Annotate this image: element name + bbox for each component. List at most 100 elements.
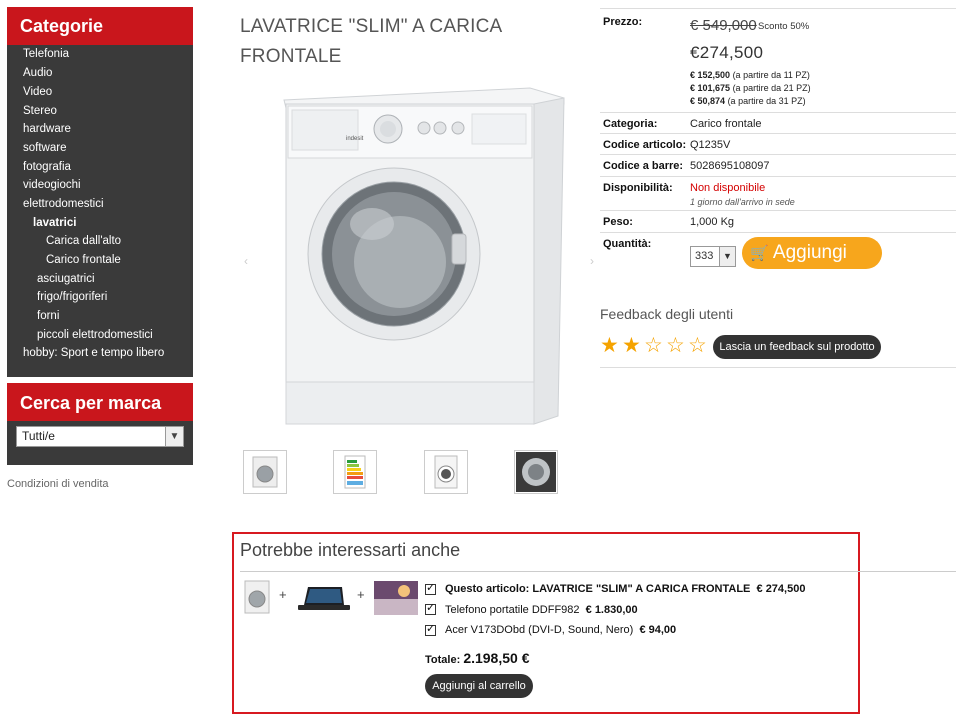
add-bundle-to-cart-button[interactable]: Aggiungi al carrello (425, 674, 533, 698)
tier-price-3: € 50,874 (a partire da 31 PZ) (690, 96, 806, 106)
details-divider (600, 133, 956, 134)
category-item[interactable]: Audio (23, 67, 52, 79)
category-item[interactable]: Carico frontale (46, 254, 121, 266)
leave-feedback-button[interactable]: Lascia un feedback sul prodotto (713, 335, 881, 359)
article-code-value: Q1235V (690, 139, 731, 151)
star-empty-icon[interactable]: ☆ (644, 335, 663, 357)
related-item-3: Acer V173DObd (DVI-D, Sound, Nero) € 94,… (445, 624, 676, 636)
checkbox-item-1[interactable] (425, 581, 436, 595)
category-item[interactable]: asciugatrici (37, 273, 95, 285)
details-divider (600, 8, 956, 9)
chevron-down-icon: ▼ (165, 427, 183, 446)
category-item[interactable]: piccoli elettrodomestici (37, 329, 153, 341)
related-monitor-image[interactable] (374, 581, 418, 615)
tier-price-1: € 152,500 (a partire da 11 PZ) (690, 70, 810, 80)
quantity-label: Quantità: (603, 238, 652, 250)
category-item[interactable]: software (23, 142, 66, 154)
star-filled-icon[interactable]: ★ (600, 335, 619, 357)
related-item-label: Questo articolo: LAVATRICE "SLIM" A CARI… (445, 583, 751, 595)
availability-note: 1 giorno dall'arrivo in sede (690, 197, 795, 207)
category-item[interactable]: Carica dall'alto (46, 235, 121, 247)
category-item[interactable]: Telefonia (23, 48, 69, 60)
availability-label: Disponibilità: (603, 182, 673, 194)
carousel-prev-icon[interactable]: ‹ (244, 254, 248, 268)
related-laptop-image[interactable] (298, 585, 350, 613)
tier-price-note: (a partire da 21 PZ) (732, 83, 811, 93)
category-item-active[interactable]: lavatrici (33, 217, 76, 229)
plus-sign: + (279, 587, 287, 602)
category-item[interactable]: videogiochi (23, 179, 81, 191)
category-value: Carico frontale (690, 118, 762, 130)
total-value: 2.198,50 € (463, 650, 530, 666)
category-item[interactable]: Stereo (23, 105, 57, 117)
star-filled-icon[interactable]: ★ (622, 335, 641, 357)
energy-label-icon (344, 455, 366, 489)
washing-machine-icon (252, 456, 278, 488)
related-item-price: € 274,500 (756, 583, 806, 595)
related-washing-machine-image[interactable] (242, 580, 272, 614)
related-item-label[interactable]: Acer V173DObd (DVI-D, Sound, Nero) (445, 624, 633, 636)
carousel-next-icon[interactable]: › (590, 254, 594, 268)
quantity-value: 333 (695, 250, 714, 262)
current-price: €274,500 (690, 43, 764, 62)
tier-price-note: (a partire da 11 PZ) (732, 70, 810, 80)
old-price: € 549,000 (690, 17, 757, 34)
tier-price-value: € 50,874 (690, 96, 726, 106)
category-item[interactable]: frigo/frigoriferi (37, 291, 107, 303)
price-label: Prezzo: (603, 16, 643, 28)
checkbox-item-2[interactable] (425, 601, 436, 615)
add-to-cart-button[interactable]: 🛒 Aggiungi (742, 237, 882, 269)
thumbnail-4[interactable] (514, 450, 558, 494)
category-label: Categoria: (603, 118, 658, 130)
thumbnail-2[interactable] (333, 450, 377, 494)
chevron-down-icon: ▼ (719, 247, 735, 266)
thumbnail-1[interactable] (243, 450, 287, 494)
thumbnail-3[interactable] (424, 450, 468, 494)
product-main-image[interactable]: indesit (262, 84, 572, 446)
categories-header: Categorie (7, 7, 193, 45)
star-empty-icon[interactable]: ☆ (666, 335, 685, 357)
discount-badge: Sconto 50% (758, 21, 810, 32)
related-item-1: Questo articolo: LAVATRICE "SLIM" A CARI… (445, 583, 805, 595)
drum-icon (516, 452, 556, 492)
tier-price-2: € 101,675 (a partire da 21 PZ) (690, 83, 811, 93)
category-item[interactable]: hobby: Sport e tempo libero (23, 347, 164, 359)
tier-price-note: (a partire da 31 PZ) (727, 96, 806, 106)
related-total: Totale: 2.198,50 € (425, 650, 529, 666)
categories-panel: Telefonia Audio Video Stereo hardware so… (7, 45, 193, 377)
category-item[interactable]: fotografia (23, 161, 71, 173)
article-code-label: Codice articolo: (603, 139, 687, 151)
related-item-2: Telefono portatile DDFF982 € 1.830,00 (445, 604, 638, 616)
category-item[interactable]: forni (37, 310, 59, 322)
washing-machine-icon (434, 455, 458, 489)
related-item-price: € 94,00 (639, 624, 677, 636)
quantity-select[interactable]: 333 ▼ (690, 246, 736, 267)
weight-label: Peso: (603, 216, 633, 228)
product-title: LAVATRICE "SLIM" A CARICA FRONTALE (240, 16, 502, 67)
category-item[interactable]: elettrodomestici (23, 198, 104, 210)
plus-sign: + (357, 587, 365, 602)
details-divider (600, 112, 956, 113)
add-button-label: Aggiungi (772, 242, 847, 263)
weight-value: 1,000 Kg (690, 216, 735, 228)
total-label: Totale: (425, 654, 461, 666)
details-divider (600, 210, 956, 211)
category-item[interactable]: hardware (23, 123, 71, 135)
brand-select-value: Tutti/e (22, 429, 55, 443)
details-divider (600, 232, 956, 233)
related-item-label[interactable]: Telefono portatile DDFF982 (445, 604, 580, 616)
category-item[interactable]: Video (23, 86, 52, 98)
barcode-label: Codice a barre: (603, 160, 684, 172)
categories-title: Categorie (20, 16, 104, 36)
terms-link[interactable]: Condizioni di vendita (7, 478, 109, 490)
availability-value: Non disponibile (690, 182, 766, 194)
star-empty-icon[interactable]: ☆ (688, 335, 707, 357)
details-divider (600, 367, 956, 368)
svg-text:indesit: indesit (346, 136, 364, 142)
feedback-title: Feedback degli utenti (600, 306, 734, 322)
brand-select[interactable]: Tutti/e ▼ (16, 426, 184, 447)
tier-price-value: € 152,500 (690, 70, 731, 80)
details-divider (600, 176, 956, 177)
checkbox-item-3[interactable] (425, 622, 436, 636)
tier-price-value: € 101,675 (690, 83, 731, 93)
